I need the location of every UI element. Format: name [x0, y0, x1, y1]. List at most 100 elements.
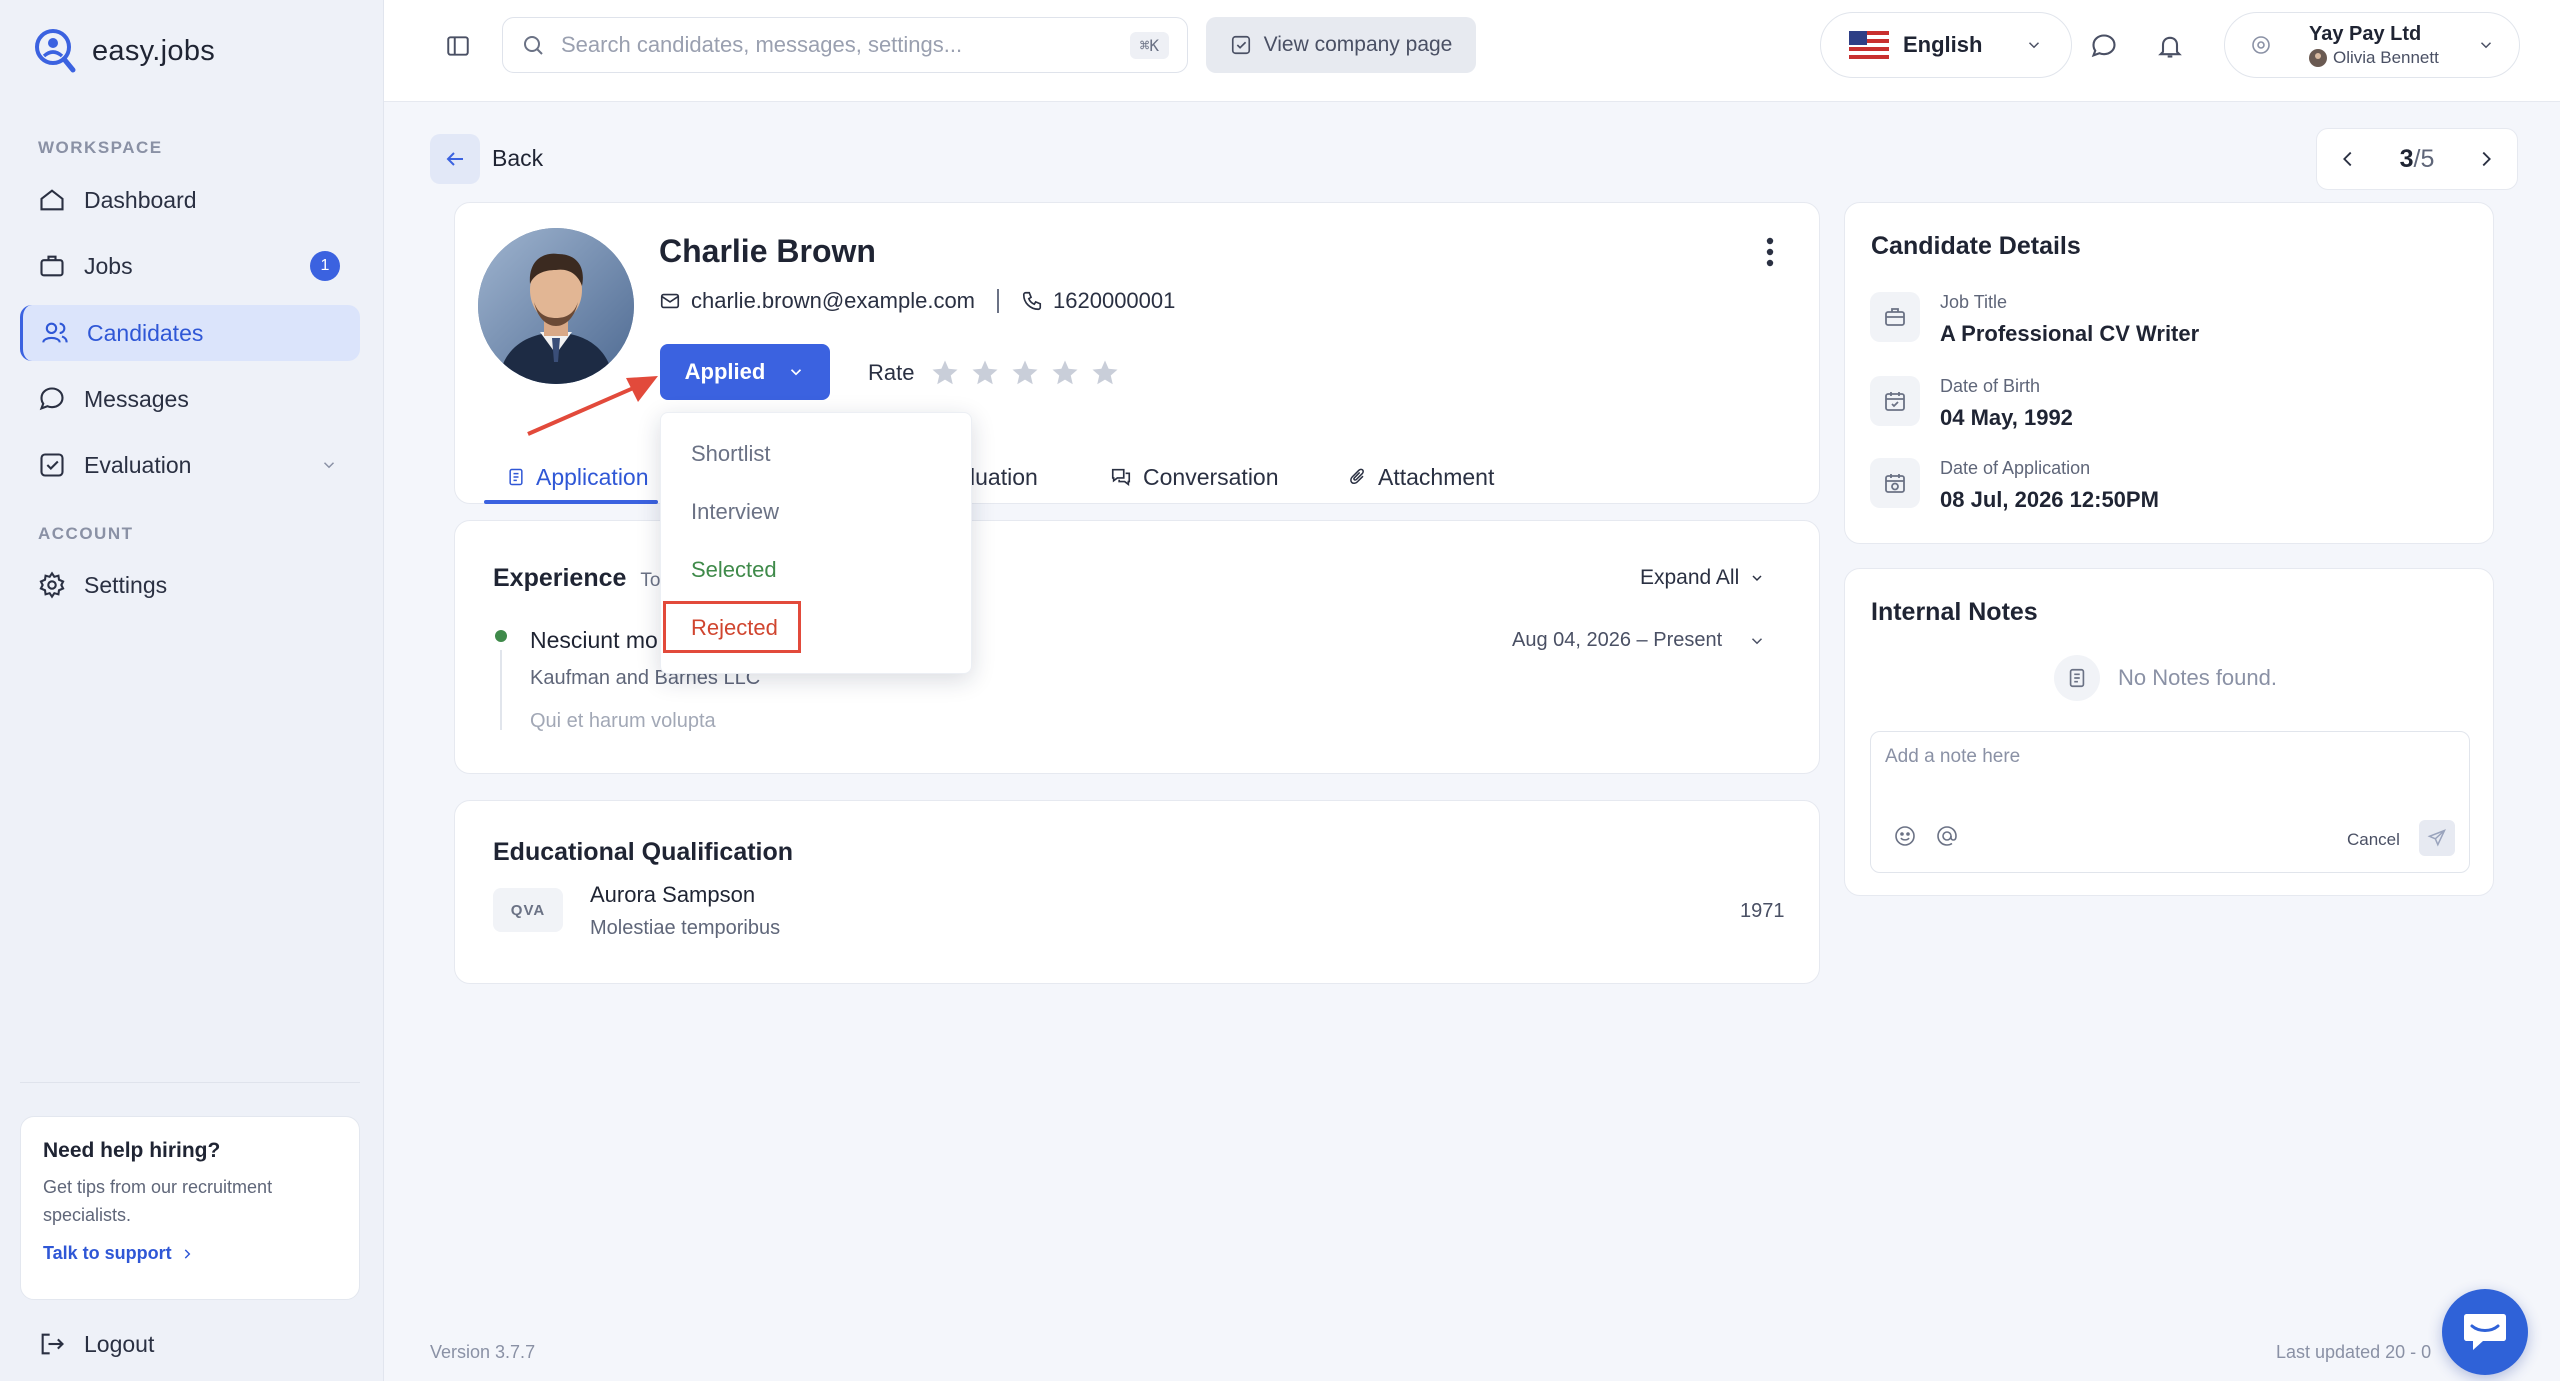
star-icon[interactable]	[1010, 358, 1040, 388]
status-option-shortlist[interactable]: Shortlist	[691, 441, 770, 467]
candidate-email[interactable]: charlie.brown@example.com	[691, 288, 975, 314]
education-subject: Molestiae temporibus	[590, 917, 781, 939]
sidebar-divider	[20, 1082, 360, 1083]
messages-button[interactable]	[2084, 26, 2124, 66]
expand-all-button[interactable]: Expand All	[1640, 566, 1765, 590]
support-chat-button[interactable]	[2442, 1289, 2528, 1375]
note-send-button[interactable]	[2419, 820, 2455, 856]
current-user: Olivia Bennett	[2309, 48, 2439, 68]
search-input[interactable]	[561, 32, 1114, 58]
sidebar-item-jobs[interactable]: Jobs 1	[20, 238, 360, 294]
arrow-left-icon	[446, 152, 463, 166]
candidate-phone[interactable]: 1620000001	[1053, 288, 1175, 314]
language-label: English	[1903, 32, 1983, 57]
detail-label: Date of Application	[1940, 458, 2091, 478]
kebab-menu-icon	[1766, 237, 1774, 267]
tab-conversation[interactable]: Conversation	[1109, 450, 1279, 504]
users-icon	[42, 322, 68, 343]
no-notes-text: No Notes found.	[2118, 665, 2277, 690]
sidebar-toggle-icon	[447, 36, 469, 56]
star-icon[interactable]	[930, 358, 960, 388]
sidebar-item-settings[interactable]: Settings	[20, 557, 360, 613]
rejected-highlight-box	[663, 601, 801, 653]
internal-notes-title: Internal Notes	[1871, 598, 2038, 626]
search-bar[interactable]: ⌘K	[502, 17, 1188, 73]
checklist-icon	[40, 453, 64, 477]
help-card: Need help hiring? Get tips from our recr…	[20, 1116, 360, 1300]
rating: Rate	[868, 358, 1120, 388]
detail-date-of-birth: Date of Birth 04 May, 1992	[1870, 376, 2073, 431]
star-icon[interactable]	[1090, 358, 1120, 388]
note-cancel-button[interactable]: Cancel	[2347, 830, 2400, 850]
timeline-dot	[495, 630, 507, 642]
note-input[interactable]	[1885, 746, 2445, 796]
sidebar-item-label: Settings	[84, 571, 168, 598]
status-label: Applied	[684, 359, 766, 384]
tab-label: Application	[536, 463, 649, 490]
rating-stars[interactable]	[930, 358, 1120, 388]
experience-description: Qui et harum volupta	[530, 710, 716, 732]
emoji-button[interactable]	[1893, 824, 1917, 848]
star-icon[interactable]	[1050, 358, 1080, 388]
help-text: Get tips from our recruitment specialist…	[43, 1177, 273, 1225]
chat-icon	[39, 387, 64, 411]
expand-entry-button[interactable]	[1748, 632, 1766, 650]
tab-evaluation[interactable]: luation	[970, 450, 1038, 504]
experience-date-range: Aug 04, 2026 – Present	[1512, 629, 1723, 651]
status-option-selected[interactable]: Selected	[691, 557, 777, 583]
annotation-arrow	[527, 376, 658, 436]
toggle-sidebar-button[interactable]	[438, 26, 478, 66]
pager-total: /5	[2413, 144, 2435, 173]
paperclip-icon	[1350, 468, 1364, 485]
detail-value: 08 Jul, 2026 12:50PM	[1940, 487, 2159, 512]
talk-to-support-link[interactable]: Talk to support	[43, 1243, 337, 1264]
candidate-avatar	[478, 228, 634, 384]
sidebar-item-label: Dashboard	[84, 186, 197, 213]
mention-button[interactable]	[1935, 824, 1959, 848]
us-flag-icon	[1849, 31, 1889, 59]
education-year: 1971	[1740, 900, 1785, 922]
back-button[interactable]	[430, 134, 480, 184]
calendar-clock-icon	[1870, 458, 1920, 508]
rate-label: Rate	[868, 360, 915, 385]
previous-candidate-button[interactable]	[2337, 148, 2359, 170]
detail-value: 04 May, 1992	[1940, 405, 2073, 430]
version-text: Version 3.7.7	[430, 1342, 536, 1362]
talk-to-support-label: Talk to support	[43, 1243, 172, 1263]
note-tools	[1893, 824, 1959, 848]
sidebar-item-label: Jobs	[84, 252, 133, 279]
logout-icon	[41, 1333, 64, 1355]
no-notes-message: No Notes found.	[2054, 655, 2277, 701]
tab-attachment[interactable]: Attachment	[1348, 450, 1494, 504]
pager-count: 3/5	[2400, 145, 2435, 174]
chevron-right-icon	[184, 1248, 191, 1259]
sidebar-item-label: Evaluation	[84, 451, 192, 478]
view-company-label: View company page	[1263, 33, 1453, 56]
experience-title: Experience	[493, 564, 627, 592]
company-switcher[interactable]: Yay Pay Ltd Olivia Bennett	[2224, 12, 2520, 78]
jobs-count-badge: 1	[310, 251, 340, 281]
next-candidate-button[interactable]	[2475, 148, 2497, 170]
logout-button[interactable]: Logout	[38, 1330, 154, 1358]
experience-dates: Aug 04, 2026 – Present	[1512, 629, 1766, 652]
brand-logo[interactable]: easy.jobs	[32, 26, 215, 76]
sidebar-item-evaluation[interactable]: Evaluation	[20, 437, 360, 493]
tab-application[interactable]: Application	[506, 450, 649, 504]
star-icon[interactable]	[970, 358, 1000, 388]
view-company-page-button[interactable]: View company page	[1206, 17, 1476, 73]
notifications-button[interactable]	[2150, 26, 2190, 66]
detail-date-of-application: Date of Application 08 Jul, 2026 12:50PM	[1870, 458, 2159, 513]
sidebar-item-candidates[interactable]: Candidates	[20, 305, 360, 361]
chat-widget-icon	[2464, 1314, 2506, 1350]
education-title: Educational Qualification	[493, 838, 794, 866]
chevron-down-icon	[1752, 575, 1762, 582]
language-select[interactable]: English	[1820, 12, 2072, 78]
status-option-interview[interactable]: Interview	[691, 499, 779, 525]
search-icon	[524, 36, 543, 55]
active-tab-indicator	[484, 500, 658, 504]
status-dropdown-button[interactable]: Applied	[660, 344, 830, 400]
more-options-button[interactable]	[1756, 234, 1784, 270]
back-label[interactable]: Back	[492, 145, 543, 172]
sidebar-item-dashboard[interactable]: Dashboard	[20, 172, 360, 228]
sidebar-item-messages[interactable]: Messages	[20, 371, 360, 427]
